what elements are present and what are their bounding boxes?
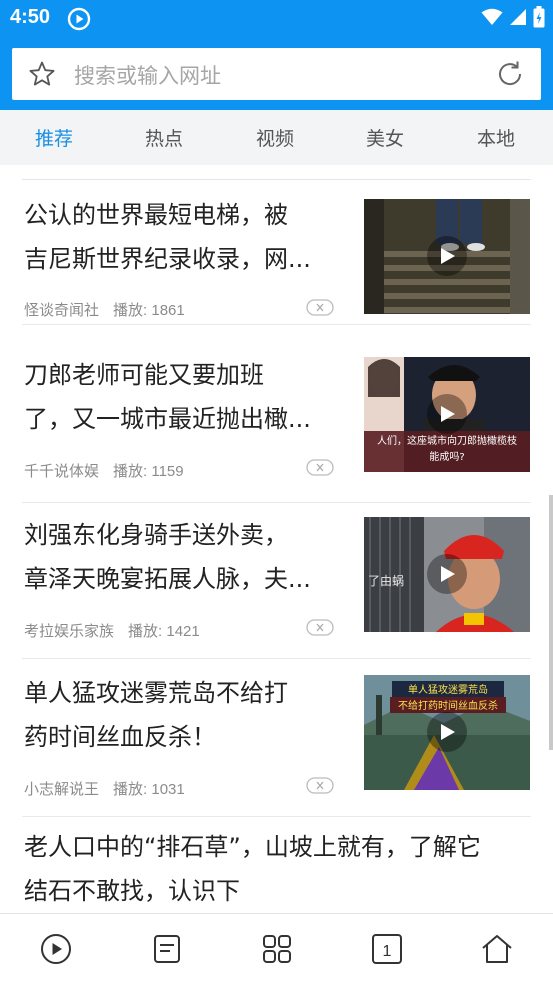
dismiss-icon[interactable] <box>306 777 334 794</box>
news-meta: 考拉娱乐家族 播放: 1421 <box>24 620 200 641</box>
refresh-icon[interactable] <box>495 59 525 89</box>
thumb-caption: 不给打药时间丝血反杀 <box>398 699 498 712</box>
thumb-sign: 了由蜗 <box>368 573 404 588</box>
signal-icon <box>509 8 527 30</box>
home-icon[interactable] <box>480 932 514 966</box>
news-item[interactable]: 单人猛攻迷雾荒岛不给打 药时间丝血反杀！ 小志解说王 播放: 1031 单人猛攻迷… <box>0 657 553 817</box>
divider <box>22 324 531 325</box>
video-play-icon[interactable] <box>39 932 73 966</box>
search-input[interactable]: 搜索或输入网址 <box>74 60 221 90</box>
news-title-line: 单人猛攻迷雾荒岛不给打 <box>24 679 288 707</box>
play-count: 播放: 1861 <box>113 302 185 319</box>
video-thumbnail[interactable]: 单人猛攻迷雾荒岛 不给打药时间丝血反杀 <box>364 675 530 790</box>
status-bar: 4:50 <box>0 0 553 38</box>
news-title[interactable]: 刀郎老师可能又要加班 了，又一城市最近抛出橄... <box>24 353 336 441</box>
divider <box>22 816 531 817</box>
news-title-line: 刀郎老师可能又要加班 <box>24 361 264 389</box>
news-meta: 千千说体娱 播放: 1159 <box>24 460 184 481</box>
video-thumbnail[interactable] <box>364 199 530 314</box>
apps-grid-icon[interactable] <box>260 932 294 966</box>
tab-beauty[interactable]: 美女 <box>366 124 404 151</box>
search-bar[interactable]: 搜索或输入网址 <box>12 48 541 100</box>
news-title[interactable]: 单人猛攻迷雾荒岛不给打 药时间丝血反杀！ <box>24 671 336 759</box>
dismiss-icon[interactable] <box>306 459 334 476</box>
tab-hot[interactable]: 热点 <box>145 124 183 151</box>
play-count: 播放: 1421 <box>128 623 200 640</box>
search-header: 搜索或输入网址 <box>0 38 553 110</box>
battery-icon <box>533 6 545 32</box>
scrollbar[interactable] <box>549 495 553 750</box>
news-title-line: 吉尼斯世界纪录收录，网... <box>24 245 311 273</box>
play-icon <box>427 394 467 434</box>
news-meta: 怪谈奇闻社 播放: 1861 <box>24 299 185 320</box>
video-thumbnail[interactable]: 了由蜗 <box>364 517 530 632</box>
news-title-line: 了，又一城市最近抛出橄... <box>24 405 311 433</box>
play-icon <box>427 554 467 594</box>
tab-local[interactable]: 本地 <box>477 124 515 151</box>
tabs-counter-icon[interactable]: 1 <box>370 932 404 966</box>
play-icon <box>427 712 467 752</box>
news-item[interactable]: 刀郎老师可能又要加班 了，又一城市最近抛出橄... 千千说体娱 播放: 1159 … <box>0 339 553 503</box>
news-title-line: 老人口中的“排石草”，山坡上就有，了解它 <box>24 833 481 861</box>
bottom-navigation: 1 <box>0 913 553 984</box>
news-feed: 公认的世界最短电梯，被 吉尼斯世界纪录收录，网... 怪谈奇闻社 播放: 1861 <box>0 165 553 913</box>
tab-recommend[interactable]: 推荐 <box>35 124 73 151</box>
play-count: 播放: 1031 <box>113 781 185 798</box>
dismiss-icon[interactable] <box>306 619 334 636</box>
news-title[interactable]: 刘强东化身骑手送外卖， 章泽天晚宴拓展人脉，夫... <box>24 513 336 601</box>
play-count: 播放: 1159 <box>113 463 184 480</box>
news-source: 千千说体娱 <box>24 463 100 480</box>
news-title[interactable]: 公认的世界最短电梯，被 吉尼斯世界纪录收录，网... <box>24 193 336 281</box>
news-title-line: 章泽天晚宴拓展人脉，夫... <box>24 565 311 593</box>
news-title[interactable]: 老人口中的“排石草”，山坡上就有，了解它 结石不敢找，认识下 <box>24 825 524 913</box>
star-icon[interactable] <box>28 60 56 88</box>
news-meta: 小志解说王 播放: 1031 <box>24 778 185 799</box>
play-icon <box>427 236 467 276</box>
news-item[interactable]: 公认的世界最短电梯，被 吉尼斯世界纪录收录，网... 怪谈奇闻社 播放: 1861 <box>0 165 553 325</box>
news-list-icon[interactable] <box>150 932 184 966</box>
dismiss-icon[interactable] <box>306 299 334 316</box>
thumb-caption: 单人猛攻迷雾荒岛 <box>408 683 488 696</box>
media-play-status-icon <box>67 7 91 31</box>
tab-count: 1 <box>383 943 392 960</box>
news-source: 怪谈奇闻社 <box>24 302 100 319</box>
news-item[interactable]: 刘强东化身骑手送外卖， 章泽天晚宴拓展人脉，夫... 考拉娱乐家族 播放: 142… <box>0 499 553 659</box>
news-title-line: 药时间丝血反杀！ <box>24 723 216 751</box>
wifi-icon <box>481 8 503 30</box>
news-source: 考拉娱乐家族 <box>24 623 115 640</box>
thumb-caption: 人们，这座城市向刀郎抛橄榄枝 <box>377 434 517 447</box>
news-title-line: 公认的世界最短电梯，被 <box>24 201 288 229</box>
category-tabs: 推荐 热点 视频 美女 本地 <box>0 110 553 165</box>
thumb-caption: 能成吗? <box>429 450 464 463</box>
news-title-line: 结石不敢找，认识下 <box>24 877 240 905</box>
video-thumbnail[interactable]: 人们，这座城市向刀郎抛橄榄枝 能成吗? <box>364 357 530 472</box>
news-source: 小志解说王 <box>24 781 100 798</box>
tab-video[interactable]: 视频 <box>256 124 294 151</box>
news-title-line: 刘强东化身骑手送外卖， <box>24 521 288 549</box>
status-time: 4:50 <box>10 6 51 28</box>
status-indicators <box>481 6 545 32</box>
